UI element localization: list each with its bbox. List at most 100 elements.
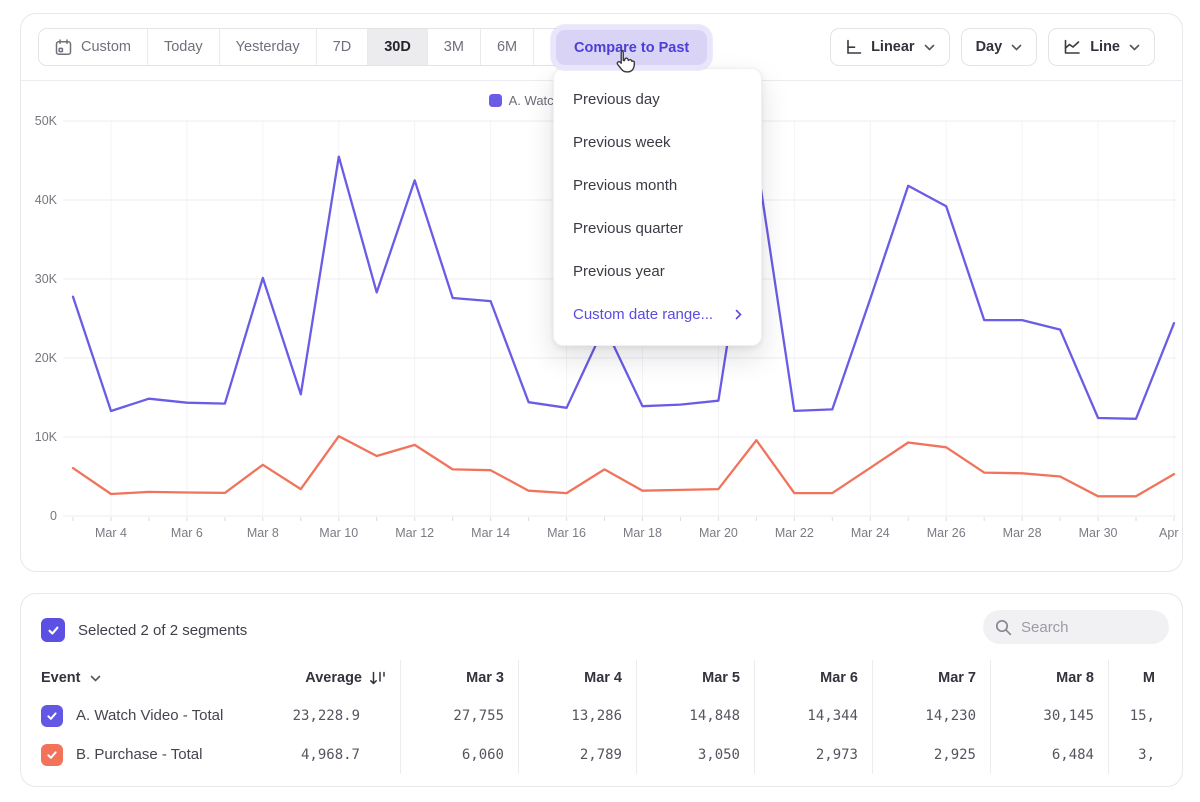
segment-row-name[interactable]: A. Watch Video - Total <box>41 696 281 735</box>
svg-text:Mar 28: Mar 28 <box>1003 526 1042 540</box>
date-range-6m[interactable]: 6M <box>481 29 534 65</box>
interval-label: Day <box>976 39 1003 55</box>
svg-text:Mar 22: Mar 22 <box>775 526 814 540</box>
search-input[interactable] <box>1021 619 1141 636</box>
sort-descending-icon <box>369 671 386 686</box>
svg-text:Mar 26: Mar 26 <box>927 526 966 540</box>
chevron-down-icon <box>1129 44 1140 51</box>
date-value: 2,789 <box>519 735 637 774</box>
checkmark-icon <box>46 710 58 722</box>
date-range-group: CustomTodayYesterday7D30D3M6M12M <box>38 28 595 66</box>
search-box <box>983 610 1169 644</box>
svg-text:0: 0 <box>50 509 57 523</box>
date-value: 2,925 <box>873 735 991 774</box>
date-range-30d[interactable]: 30D <box>368 29 428 65</box>
date-range-label: Custom <box>81 39 131 55</box>
date-range-yesterday[interactable]: Yesterday <box>220 29 317 65</box>
svg-text:30K: 30K <box>35 272 58 286</box>
svg-text:Mar 4: Mar 4 <box>95 526 127 540</box>
compare-to-past-dropdown: Previous dayPrevious weekPrevious monthP… <box>553 68 762 346</box>
svg-text:Mar 6: Mar 6 <box>171 526 203 540</box>
date-value: 27,755 <box>401 696 519 735</box>
date-range-label: 6M <box>497 39 517 55</box>
date-value: 14,230 <box>873 696 991 735</box>
segment-checkbox[interactable] <box>41 705 63 727</box>
menu-item-previous-year[interactable]: Previous year <box>554 250 761 293</box>
svg-text:Mar 12: Mar 12 <box>395 526 434 540</box>
date-range-3m[interactable]: 3M <box>428 29 481 65</box>
segment-row-name[interactable]: B. Purchase - Total <box>41 735 281 774</box>
menu-item-custom-date-range[interactable]: Custom date range... <box>554 293 761 336</box>
date-column-header: Mar 4 <box>519 660 637 696</box>
menu-item-previous-quarter[interactable]: Previous quarter <box>554 207 761 250</box>
date-value: 6,484 <box>991 735 1109 774</box>
checkmark-icon <box>46 749 58 761</box>
svg-text:Mar 20: Mar 20 <box>699 526 738 540</box>
date-range-custom[interactable]: Custom <box>39 29 148 65</box>
svg-text:Mar 8: Mar 8 <box>247 526 279 540</box>
chart-type-selector[interactable]: Line <box>1048 28 1155 66</box>
event-column-header[interactable]: Event <box>41 660 281 696</box>
segments-table: EventAverageMar 3Mar 4Mar 5Mar 6Mar 7Mar… <box>41 660 1182 774</box>
svg-text:Mar 16: Mar 16 <box>547 526 586 540</box>
scale-label: Linear <box>871 39 915 55</box>
date-column-header: Mar 5 <box>637 660 755 696</box>
linear-scale-icon <box>845 39 862 55</box>
menu-item-previous-day[interactable]: Previous day <box>554 78 761 121</box>
date-range-7d[interactable]: 7D <box>317 29 369 65</box>
svg-text:Mar 18: Mar 18 <box>623 526 662 540</box>
date-value: 30,145 <box>991 696 1109 735</box>
scale-selector[interactable]: Linear <box>830 28 950 66</box>
selected-summary: Selected 2 of 2 segments <box>78 622 247 639</box>
svg-text:20K: 20K <box>35 351 58 365</box>
date-value: 14,344 <box>755 696 873 735</box>
segments-card: Selected 2 of 2 segments Event Average Mar… <box>20 593 1183 787</box>
svg-text:Mar 10: Mar 10 <box>319 526 358 540</box>
interval-selector[interactable]: Day <box>961 28 1038 66</box>
date-range-label: 30D <box>384 39 411 55</box>
svg-text:Mar 14: Mar 14 <box>471 526 510 540</box>
segment-label: A. Watch Video - Total <box>76 707 223 724</box>
compare-to-past-button[interactable]: Compare to Past <box>556 30 707 65</box>
date-range-today[interactable]: Today <box>148 29 220 65</box>
search-icon <box>995 619 1012 636</box>
date-value: 2,973 <box>755 735 873 774</box>
svg-text:Mar 24: Mar 24 <box>851 526 890 540</box>
legend-swatch <box>489 94 502 107</box>
segment-label: B. Purchase - Total <box>76 746 202 763</box>
chevron-down-icon <box>90 675 101 682</box>
line-chart-icon <box>1063 39 1081 55</box>
chart-options-group: Linear Day Line <box>830 28 1155 66</box>
analytics-dashboard: CustomTodayYesterday7D30D3M6M12M Linear … <box>0 0 1200 802</box>
segment-checkbox[interactable] <box>41 744 63 766</box>
svg-text:Apr 1: Apr 1 <box>1159 526 1182 540</box>
date-value: 6,060 <box>401 735 519 774</box>
svg-text:10K: 10K <box>35 430 58 444</box>
average-header-label: Average <box>305 670 362 686</box>
date-value: 13,286 <box>519 696 637 735</box>
date-column-header: Mar 7 <box>873 660 991 696</box>
average-column-header[interactable]: Average <box>281 660 401 696</box>
select-all-checkbox[interactable] <box>41 618 65 642</box>
submenu-chevron-icon <box>735 309 742 320</box>
average-value: 23,228.9 <box>281 696 401 735</box>
svg-text:Mar 30: Mar 30 <box>1079 526 1118 540</box>
date-value: 14,848 <box>637 696 755 735</box>
menu-item-previous-month[interactable]: Previous month <box>554 164 761 207</box>
chevron-down-icon <box>1011 44 1022 51</box>
svg-text:40K: 40K <box>35 193 58 207</box>
date-column-header: Mar 8 <box>991 660 1109 696</box>
average-value: 4,968.7 <box>281 735 401 774</box>
date-column-header: Mar 6 <box>755 660 873 696</box>
menu-item-previous-week[interactable]: Previous week <box>554 121 761 164</box>
checkmark-icon <box>47 624 60 637</box>
date-range-label: 7D <box>333 39 352 55</box>
date-range-label: 3M <box>444 39 464 55</box>
svg-text:50K: 50K <box>35 114 58 128</box>
partial-value: 3, <box>1109 735 1169 774</box>
date-range-label: Today <box>164 39 203 55</box>
partial-value: 15, <box>1109 696 1169 735</box>
chart-type-label: Line <box>1090 39 1120 55</box>
segments-header: Selected 2 of 2 segments <box>21 594 1182 652</box>
event-header-label: Event <box>41 670 81 686</box>
